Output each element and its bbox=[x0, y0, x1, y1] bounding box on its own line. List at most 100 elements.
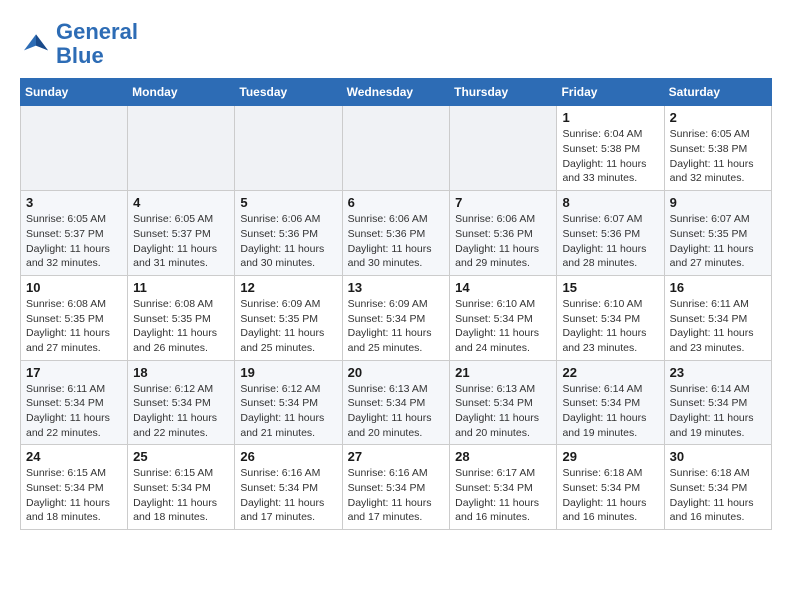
day-info: Sunrise: 6:10 AM Sunset: 5:34 PM Dayligh… bbox=[455, 297, 551, 356]
day-number: 11 bbox=[133, 280, 229, 295]
day-number: 5 bbox=[240, 195, 336, 210]
day-number: 1 bbox=[562, 110, 658, 125]
day-info: Sunrise: 6:07 AM Sunset: 5:36 PM Dayligh… bbox=[562, 212, 658, 271]
day-info: Sunrise: 6:05 AM Sunset: 5:37 PM Dayligh… bbox=[133, 212, 229, 271]
calendar-week-row: 10Sunrise: 6:08 AM Sunset: 5:35 PM Dayli… bbox=[21, 275, 772, 360]
logo: General Blue bbox=[20, 20, 138, 68]
calendar-table: SundayMondayTuesdayWednesdayThursdayFrid… bbox=[20, 78, 772, 530]
calendar-cell: 13 Sunrise: 6:09 AM Sunset: 5:34 PM Dayli… bbox=[342, 275, 450, 360]
calendar-cell: 20 Sunrise: 6:13 AM Sunset: 5:34 PM Dayli… bbox=[342, 360, 450, 445]
day-number: 28 bbox=[455, 449, 551, 464]
calendar-cell: 16 Sunrise: 6:11 AM Sunset: 5:34 PM Dayli… bbox=[664, 275, 771, 360]
day-number: 14 bbox=[455, 280, 551, 295]
day-number: 21 bbox=[455, 365, 551, 380]
day-number: 22 bbox=[562, 365, 658, 380]
calendar-cell: 28 Sunrise: 6:17 AM Sunset: 5:34 PM Dayli… bbox=[450, 445, 557, 530]
day-number: 18 bbox=[133, 365, 229, 380]
day-info: Sunrise: 6:04 AM Sunset: 5:38 PM Dayligh… bbox=[562, 127, 658, 186]
calendar-header-row: SundayMondayTuesdayWednesdayThursdayFrid… bbox=[21, 79, 772, 106]
calendar-cell: 14 Sunrise: 6:10 AM Sunset: 5:34 PM Dayli… bbox=[450, 275, 557, 360]
calendar-cell: 12 Sunrise: 6:09 AM Sunset: 5:35 PM Dayli… bbox=[235, 275, 342, 360]
day-number: 16 bbox=[670, 280, 766, 295]
day-number: 20 bbox=[348, 365, 445, 380]
day-number: 7 bbox=[455, 195, 551, 210]
calendar-cell: 10Sunrise: 6:08 AM Sunset: 5:35 PM Dayli… bbox=[21, 275, 128, 360]
day-number: 12 bbox=[240, 280, 336, 295]
page-header: General Blue bbox=[20, 20, 772, 68]
day-number: 4 bbox=[133, 195, 229, 210]
day-info: Sunrise: 6:09 AM Sunset: 5:34 PM Dayligh… bbox=[348, 297, 445, 356]
day-info: Sunrise: 6:07 AM Sunset: 5:35 PM Dayligh… bbox=[670, 212, 766, 271]
calendar-cell: 19 Sunrise: 6:12 AM Sunset: 5:34 PM Dayli… bbox=[235, 360, 342, 445]
day-number: 23 bbox=[670, 365, 766, 380]
calendar-cell: 1 Sunrise: 6:04 AM Sunset: 5:38 PM Daylig… bbox=[557, 106, 664, 191]
day-info: Sunrise: 6:18 AM Sunset: 5:34 PM Dayligh… bbox=[670, 466, 766, 525]
day-info: Sunrise: 6:17 AM Sunset: 5:34 PM Dayligh… bbox=[455, 466, 551, 525]
day-number: 26 bbox=[240, 449, 336, 464]
calendar-cell: 4 Sunrise: 6:05 AM Sunset: 5:37 PM Daylig… bbox=[128, 191, 235, 276]
day-number: 9 bbox=[670, 195, 766, 210]
calendar-cell: 9 Sunrise: 6:07 AM Sunset: 5:35 PM Daylig… bbox=[664, 191, 771, 276]
calendar-week-row: 1 Sunrise: 6:04 AM Sunset: 5:38 PM Daylig… bbox=[21, 106, 772, 191]
calendar-cell bbox=[450, 106, 557, 191]
day-info: Sunrise: 6:06 AM Sunset: 5:36 PM Dayligh… bbox=[455, 212, 551, 271]
calendar-cell: 22Sunrise: 6:14 AM Sunset: 5:34 PM Dayli… bbox=[557, 360, 664, 445]
calendar-week-row: 24 Sunrise: 6:15 AM Sunset: 5:34 PM Dayli… bbox=[21, 445, 772, 530]
day-number: 6 bbox=[348, 195, 445, 210]
weekday-header: Thursday bbox=[450, 79, 557, 106]
day-number: 3 bbox=[26, 195, 122, 210]
day-info: Sunrise: 6:14 AM Sunset: 5:34 PM Dayligh… bbox=[670, 382, 766, 441]
calendar-cell: 18 Sunrise: 6:12 AM Sunset: 5:34 PM Dayli… bbox=[128, 360, 235, 445]
day-info: Sunrise: 6:11 AM Sunset: 5:34 PM Dayligh… bbox=[670, 297, 766, 356]
weekday-header: Wednesday bbox=[342, 79, 450, 106]
calendar-cell: 25Sunrise: 6:15 AM Sunset: 5:34 PM Dayli… bbox=[128, 445, 235, 530]
day-info: Sunrise: 6:18 AM Sunset: 5:34 PM Dayligh… bbox=[562, 466, 658, 525]
calendar-week-row: 3 Sunrise: 6:05 AM Sunset: 5:37 PM Daylig… bbox=[21, 191, 772, 276]
day-info: Sunrise: 6:13 AM Sunset: 5:34 PM Dayligh… bbox=[348, 382, 445, 441]
calendar-cell bbox=[128, 106, 235, 191]
calendar-cell: 7 Sunrise: 6:06 AM Sunset: 5:36 PM Daylig… bbox=[450, 191, 557, 276]
calendar-cell: 21 Sunrise: 6:13 AM Sunset: 5:34 PM Dayli… bbox=[450, 360, 557, 445]
calendar-cell: 27 Sunrise: 6:16 AM Sunset: 5:34 PM Dayli… bbox=[342, 445, 450, 530]
weekday-header: Monday bbox=[128, 79, 235, 106]
day-number: 17 bbox=[26, 365, 122, 380]
day-number: 19 bbox=[240, 365, 336, 380]
day-info: Sunrise: 6:12 AM Sunset: 5:34 PM Dayligh… bbox=[133, 382, 229, 441]
day-info: Sunrise: 6:06 AM Sunset: 5:36 PM Dayligh… bbox=[240, 212, 336, 271]
calendar-week-row: 17 Sunrise: 6:11 AM Sunset: 5:34 PM Dayli… bbox=[21, 360, 772, 445]
calendar-cell bbox=[21, 106, 128, 191]
weekday-header: Tuesday bbox=[235, 79, 342, 106]
day-number: 27 bbox=[348, 449, 445, 464]
day-number: 13 bbox=[348, 280, 445, 295]
day-info: Sunrise: 6:05 AM Sunset: 5:38 PM Dayligh… bbox=[670, 127, 766, 186]
weekday-header: Sunday bbox=[21, 79, 128, 106]
day-number: 2 bbox=[670, 110, 766, 125]
day-info: Sunrise: 6:08 AM Sunset: 5:35 PM Dayligh… bbox=[133, 297, 229, 356]
day-number: 15 bbox=[562, 280, 658, 295]
calendar-cell: 30 Sunrise: 6:18 AM Sunset: 5:34 PM Dayli… bbox=[664, 445, 771, 530]
weekday-header: Saturday bbox=[664, 79, 771, 106]
day-info: Sunrise: 6:16 AM Sunset: 5:34 PM Dayligh… bbox=[240, 466, 336, 525]
day-info: Sunrise: 6:16 AM Sunset: 5:34 PM Dayligh… bbox=[348, 466, 445, 525]
calendar-cell: 5 Sunrise: 6:06 AM Sunset: 5:36 PM Daylig… bbox=[235, 191, 342, 276]
calendar-cell bbox=[235, 106, 342, 191]
logo-icon bbox=[20, 28, 52, 60]
calendar-cell: 8Sunrise: 6:07 AM Sunset: 5:36 PM Daylig… bbox=[557, 191, 664, 276]
day-number: 29 bbox=[562, 449, 658, 464]
day-number: 24 bbox=[26, 449, 122, 464]
day-info: Sunrise: 6:15 AM Sunset: 5:34 PM Dayligh… bbox=[133, 466, 229, 525]
day-info: Sunrise: 6:11 AM Sunset: 5:34 PM Dayligh… bbox=[26, 382, 122, 441]
calendar-cell: 2 Sunrise: 6:05 AM Sunset: 5:38 PM Daylig… bbox=[664, 106, 771, 191]
logo-text: General Blue bbox=[56, 20, 138, 68]
day-info: Sunrise: 6:12 AM Sunset: 5:34 PM Dayligh… bbox=[240, 382, 336, 441]
calendar-cell: 29 Sunrise: 6:18 AM Sunset: 5:34 PM Dayli… bbox=[557, 445, 664, 530]
day-info: Sunrise: 6:08 AM Sunset: 5:35 PM Dayligh… bbox=[26, 297, 122, 356]
calendar-cell: 26 Sunrise: 6:16 AM Sunset: 5:34 PM Dayli… bbox=[235, 445, 342, 530]
day-info: Sunrise: 6:15 AM Sunset: 5:34 PM Dayligh… bbox=[26, 466, 122, 525]
day-info: Sunrise: 6:06 AM Sunset: 5:36 PM Dayligh… bbox=[348, 212, 445, 271]
calendar-cell bbox=[342, 106, 450, 191]
calendar-cell: 23 Sunrise: 6:14 AM Sunset: 5:34 PM Dayli… bbox=[664, 360, 771, 445]
day-info: Sunrise: 6:13 AM Sunset: 5:34 PM Dayligh… bbox=[455, 382, 551, 441]
day-number: 30 bbox=[670, 449, 766, 464]
day-info: Sunrise: 6:09 AM Sunset: 5:35 PM Dayligh… bbox=[240, 297, 336, 356]
